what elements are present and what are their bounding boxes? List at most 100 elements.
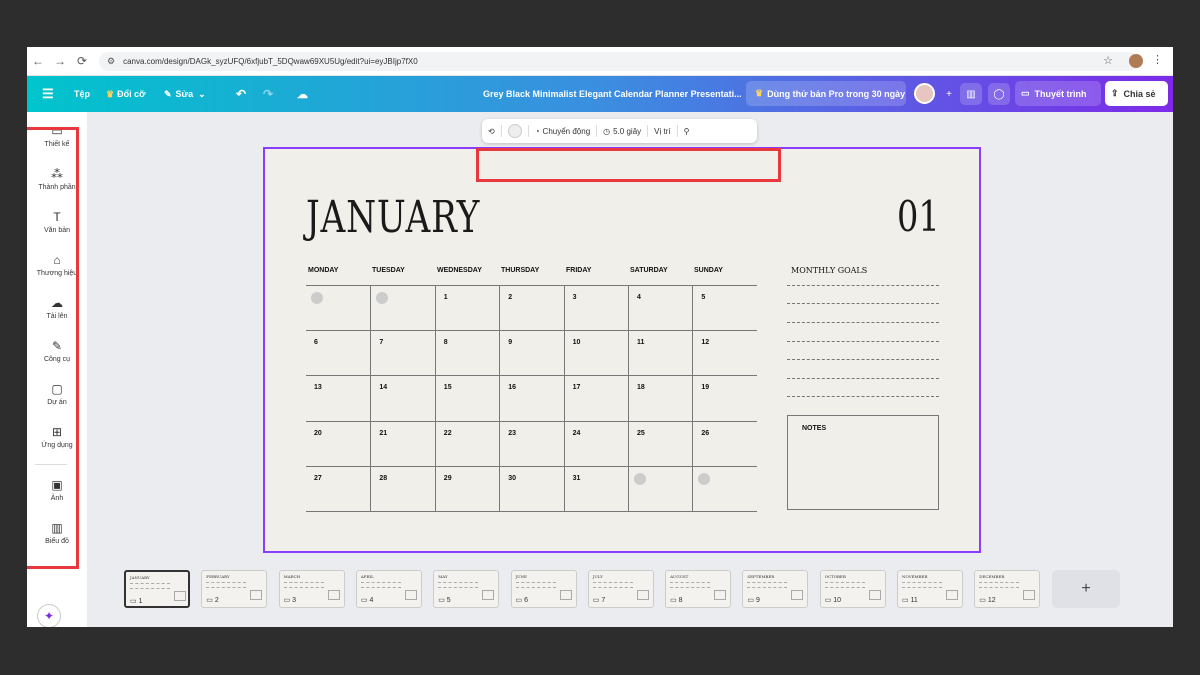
month-number[interactable]: 01 — [897, 192, 940, 241]
position-button[interactable]: Vị trí — [648, 119, 676, 143]
calendar-cell[interactable]: 1 — [434, 285, 500, 331]
cloud-save-icon[interactable]: ☁ — [297, 76, 308, 112]
day-number: 21 — [379, 429, 388, 437]
forward-icon[interactable]: → — [49, 54, 71, 68]
calendar-cell[interactable]: 29 — [434, 465, 500, 511]
day-number: 17 — [572, 384, 581, 392]
calendar-cell[interactable]: 3 — [563, 285, 628, 331]
calendar-cell[interactable]: 30 — [499, 465, 564, 511]
analytics-icon[interactable]: ▥ — [960, 83, 982, 105]
page-thumbnail[interactable]: SEPTEMBER ▭ 9 — [742, 570, 809, 608]
share-button[interactable]: ⇪ Chia sẻ — [1105, 81, 1168, 106]
calendar-cell[interactable]: 17 — [563, 375, 628, 421]
calendar-cell[interactable]: 25 — [628, 420, 693, 466]
sidebar-highlight-box — [27, 127, 79, 569]
user-avatar[interactable] — [914, 83, 935, 104]
calendar-cell[interactable]: 22 — [434, 420, 500, 466]
calendar-cell[interactable]: 10 — [563, 330, 628, 376]
calendar-cell[interactable]: 31 — [563, 465, 628, 511]
calendar-cell[interactable]: 13 — [306, 375, 371, 420]
page-thumbnail[interactable]: APRIL ▭ 4 — [355, 570, 422, 608]
pro-trial-label: Dùng thử bản Pro trong 30 ngày — [767, 88, 906, 99]
add-page-button[interactable]: + — [1052, 570, 1120, 608]
profile-avatar[interactable] — [1129, 54, 1143, 68]
page-thumbnail[interactable]: FEBRUARY ▭ 2 — [201, 570, 268, 608]
calendar-cell[interactable]: 8 — [434, 330, 500, 376]
day-number: 28 — [379, 474, 388, 482]
add-collaborator-icon[interactable]: + — [938, 83, 960, 105]
calendar-cell[interactable]: 4 — [628, 285, 693, 331]
page-thumbnail[interactable]: MARCH ▭ 3 — [278, 570, 345, 608]
page-thumbnail[interactable]: JANUARY ▭ 1 — [124, 570, 190, 608]
calendar-cell[interactable]: 14 — [370, 375, 435, 421]
calendar-cell[interactable]: 9 — [499, 330, 564, 376]
goals-title[interactable]: MONTHLY GOALS — [791, 266, 867, 275]
calendar-cell[interactable]: 6 — [306, 330, 371, 375]
page-thumbnail[interactable]: MAY ▭ 5 — [433, 570, 500, 608]
calendar-cell[interactable]: 23 — [499, 420, 564, 466]
animate-icon: ◔ — [534, 126, 540, 136]
calendar-cell[interactable] — [370, 285, 435, 331]
site-info-icon[interactable]: ⚙ — [107, 56, 115, 67]
magic-assistant-icon[interactable]: ✦ — [37, 604, 61, 627]
calendar-cell[interactable]: 20 — [306, 420, 371, 466]
document-title[interactable]: Grey Black Minimalist Elegant Calendar P… — [483, 76, 742, 112]
thumbnail-line — [438, 582, 479, 583]
thumbnail-line — [902, 582, 942, 583]
calendar-cell[interactable]: 7 — [370, 330, 435, 376]
file-menu[interactable]: Tệp — [74, 76, 90, 112]
page-number-label: 7 — [601, 597, 606, 604]
resize-button[interactable]: ♛ Đổi cỡ — [106, 76, 145, 112]
back-icon[interactable]: ← — [27, 54, 49, 68]
calendar-cell[interactable] — [306, 285, 371, 330]
calendar-cell[interactable]: 16 — [499, 375, 564, 421]
menu-icon[interactable]: ☰ — [42, 76, 54, 112]
calendar-cell[interactable]: 19 — [692, 375, 757, 421]
page-number-label: 9 — [755, 597, 760, 604]
redo-icon[interactable]: ↷ — [263, 76, 273, 112]
pro-trial-button[interactable]: ♛ Dùng thử bản Pro trong 30 ngày — [746, 81, 906, 106]
browser-menu-icon[interactable]: ⋮ — [1152, 53, 1163, 66]
page-thumbnail[interactable]: OCTOBER ▭ 10 — [819, 570, 886, 608]
duration-button[interactable]: ◷ 5.0 giây — [597, 119, 647, 143]
calendar-cell[interactable]: 27 — [306, 465, 371, 511]
toolbar-highlight-box — [476, 148, 781, 182]
page-thumbnail[interactable]: AUGUST ▭ 8 — [665, 570, 732, 608]
goal-line — [787, 285, 939, 286]
month-title[interactable]: JANUARY — [306, 192, 480, 243]
present-button[interactable]: ▭ Thuyết trình — [1015, 81, 1101, 106]
calendar-cell[interactable] — [628, 465, 693, 511]
thumbnail-line — [592, 582, 633, 583]
thumbnail-line — [979, 582, 1020, 583]
address-bar[interactable]: ⚙ canva.com/design/DAGk_syzUFQ/6xfjubT_5… — [99, 52, 1139, 71]
calendar-cell[interactable]: 12 — [692, 330, 757, 376]
calendar-cell[interactable]: 18 — [628, 375, 693, 421]
animate-button[interactable]: ◔ Chuyển động — [529, 119, 596, 143]
calendar-cell[interactable]: 26 — [692, 420, 757, 466]
calendar-cell[interactable]: 24 — [563, 420, 628, 466]
calendar-cell[interactable]: 21 — [370, 420, 435, 466]
page-thumbnail[interactable]: DECEMBER ▭ 12 — [974, 570, 1041, 608]
calendar-cell[interactable]: 15 — [434, 375, 500, 421]
empty-day-marker — [698, 472, 711, 485]
background-color-button[interactable] — [502, 119, 528, 143]
format-painter-icon[interactable]: ⚲ — [678, 119, 696, 143]
design-page[interactable]: JANUARY 01 MONDAY TUESDAY WEDNESDAY THUR… — [263, 147, 981, 553]
edit-mode-button[interactable]: ✎ Sửa ⌄ — [164, 76, 206, 112]
reload-icon[interactable]: ⟳ — [71, 54, 93, 68]
calendar-cell[interactable]: 5 — [692, 285, 757, 331]
bookmark-star-icon[interactable]: ☆ — [1103, 54, 1113, 67]
page-thumbnail[interactable]: JUNE ▭ 6 — [510, 570, 577, 608]
regenerate-icon[interactable]: ⟲ — [482, 119, 501, 143]
calendar-cell[interactable] — [692, 465, 757, 511]
calendar-cell[interactable]: 11 — [628, 330, 693, 376]
calendar-cell[interactable]: 2 — [499, 285, 564, 331]
notes-box[interactable]: NOTES — [787, 415, 939, 510]
page-thumbnail[interactable]: JULY ▭ 7 — [587, 570, 654, 608]
undo-icon[interactable]: ↶ — [236, 76, 246, 112]
comment-icon[interactable]: ◯ — [988, 83, 1010, 105]
calendar-cell[interactable]: 28 — [370, 465, 435, 511]
page-number: ▭ 8 — [670, 596, 682, 604]
day-number: 25 — [637, 429, 645, 437]
page-thumbnail[interactable]: NOVEMBER ▭ 11 — [897, 570, 963, 608]
